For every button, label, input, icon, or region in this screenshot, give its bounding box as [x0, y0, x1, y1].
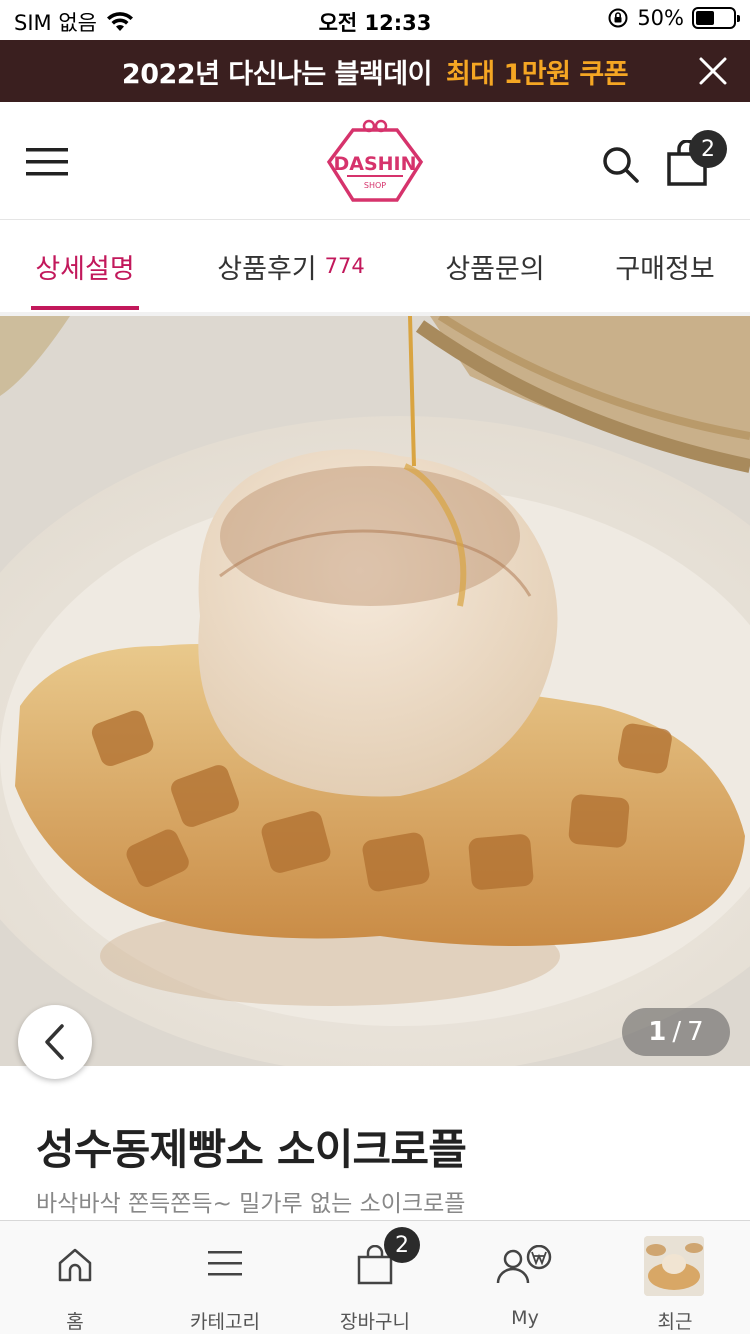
tab-purchase-info[interactable]: 구매정보 — [600, 220, 730, 312]
status-bar: SIM 없음 오전 12:33 50% — [0, 0, 750, 40]
nav-category[interactable]: 카테고리 — [150, 1221, 300, 1334]
chevron-left-icon — [45, 1024, 64, 1060]
nav-label: My — [511, 1307, 539, 1329]
tab-inquiry[interactable]: 상품문의 — [430, 220, 560, 312]
product-title: 성수동제빵소 소이크로플 — [36, 1125, 467, 1174]
close-icon[interactable] — [698, 56, 728, 86]
promo-banner[interactable]: 2022년 다신나는 블랙데이 최대 1만원 쿠폰 — [0, 40, 750, 102]
pager-current: 1 — [648, 1017, 667, 1047]
product-tabs: 상세설명 상품후기 774 상품문의 구매정보 — [0, 220, 750, 312]
review-count: 774 — [324, 254, 365, 278]
pager-total: 7 — [687, 1017, 704, 1047]
battery-level — [696, 11, 714, 25]
logo-text: DASHIN — [333, 153, 416, 175]
product-photo — [0, 316, 750, 1066]
product-image-carousel[interactable] — [0, 316, 750, 1066]
menu-icon — [208, 1251, 242, 1276]
nav-label: 홈 — [66, 1311, 84, 1333]
promo-highlight: 최대 1만원 쿠폰 — [445, 58, 629, 90]
status-right: 50% — [607, 6, 740, 30]
home-icon — [58, 1248, 92, 1282]
tab-label: 상세설명 — [35, 253, 135, 285]
tab-label: 구매정보 — [615, 253, 715, 285]
logo-sub: SHOP — [364, 181, 386, 190]
dashin-logo[interactable]: DASHIN SHOP — [325, 116, 425, 208]
rotation-lock-icon — [608, 8, 628, 28]
nav-my[interactable]: My — [450, 1221, 600, 1334]
promo-text: 2022년 다신나는 블랙데이 — [121, 58, 433, 90]
pager-separator: / — [672, 1017, 682, 1047]
nav-home[interactable]: 홈 — [0, 1221, 150, 1334]
gallery-prev-button[interactable] — [18, 1005, 92, 1079]
nav-label: 장바구니 — [340, 1311, 410, 1333]
hamburger-menu-icon[interactable] — [26, 146, 68, 178]
cart-count-badge: 2 — [689, 130, 727, 168]
tab-label: 상품문의 — [445, 253, 545, 285]
recent-product-image — [644, 1236, 704, 1296]
nav-label: 카테고리 — [190, 1311, 260, 1333]
gallery-pager: 1 / 7 — [622, 1008, 730, 1056]
tab-detail[interactable]: 상세설명 — [22, 220, 148, 312]
app-header: DASHIN SHOP — [0, 102, 750, 220]
recent-product-thumbnail[interactable] — [644, 1236, 704, 1296]
battery-icon — [692, 7, 740, 29]
nav-label: 최근 — [657, 1311, 693, 1333]
product-subtitle: 바삭바삭 쫀득쫀득~ 밀가루 없는 소이크로플 — [36, 1191, 466, 1217]
search-icon[interactable] — [600, 144, 640, 184]
my-icon — [496, 1245, 552, 1284]
bottom-navigation: 홈 카테고리 장바구니 My 최근 — [0, 1220, 750, 1334]
tab-reviews[interactable]: 상품후기 774 — [204, 220, 378, 312]
tab-label: 상품후기 — [217, 253, 317, 285]
active-tab-indicator — [31, 306, 139, 310]
nav-cart[interactable]: 장바구니 — [300, 1221, 450, 1334]
cart-badge: 2 — [384, 1227, 420, 1263]
battery-percent: 50% — [637, 6, 684, 30]
